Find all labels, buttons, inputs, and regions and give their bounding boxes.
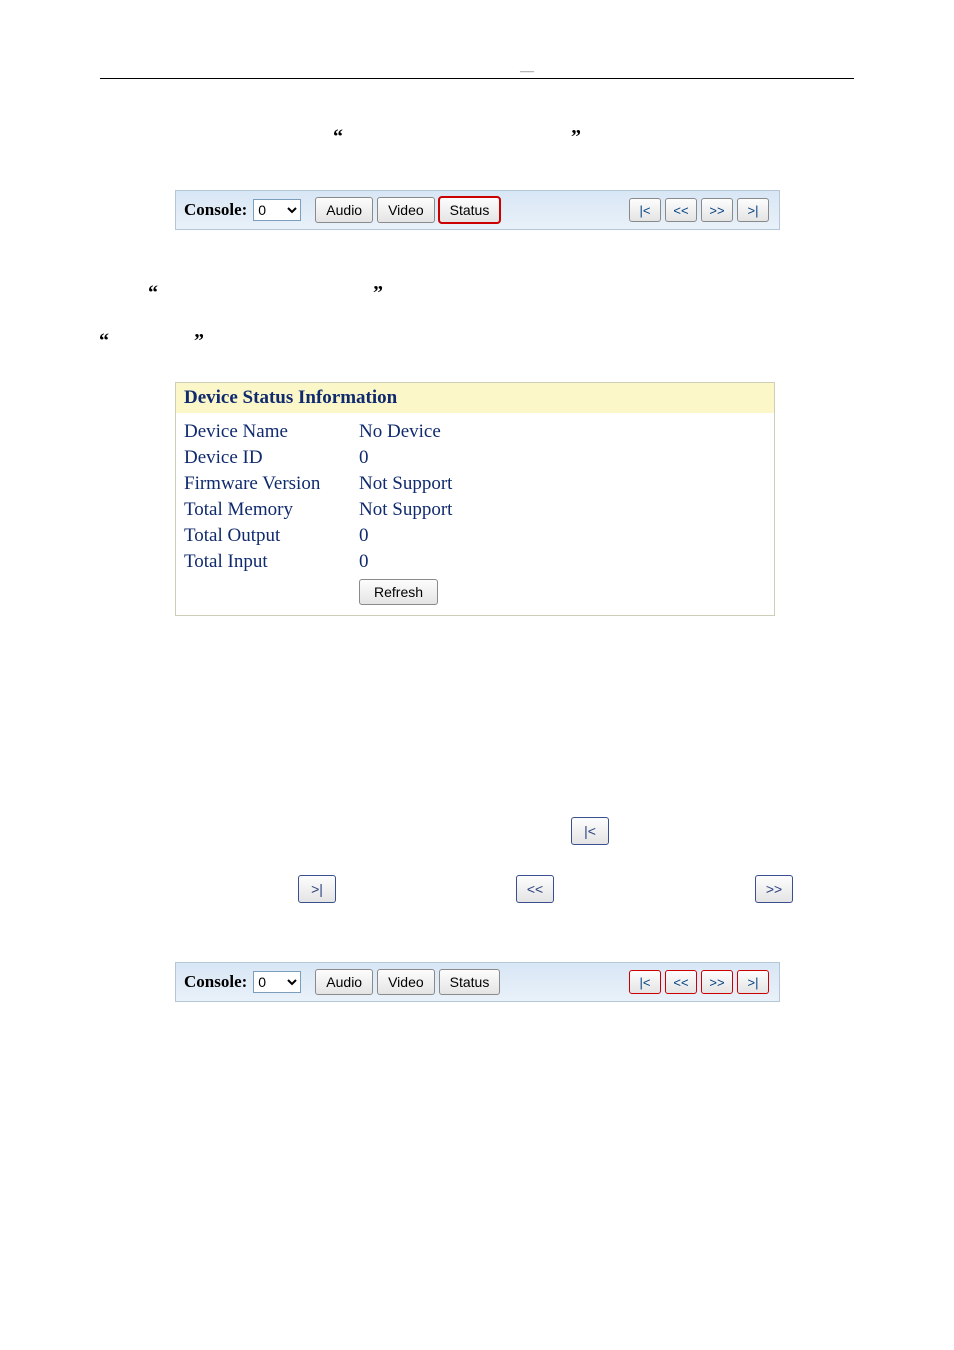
nav-last[interactable]: >| xyxy=(737,198,769,222)
mini-nav-first[interactable]: |< xyxy=(571,817,609,845)
mini-nav-next[interactable]: >> xyxy=(755,875,793,903)
quote-close-2: ” xyxy=(373,282,383,305)
nav-last[interactable]: >| xyxy=(737,970,769,994)
status-row: Total Input0 xyxy=(184,549,766,575)
quote-close-3: ” xyxy=(194,330,204,353)
console-select[interactable]: 0 xyxy=(253,199,301,221)
quote-open-2: “ xyxy=(148,282,158,305)
nav-first[interactable]: |< xyxy=(629,198,661,222)
nav-prev[interactable]: << xyxy=(665,970,697,994)
status-row: Device ID0 xyxy=(184,445,766,471)
console-select[interactable]: 0 xyxy=(253,971,301,993)
audio-tab[interactable]: Audio xyxy=(315,969,373,995)
page-header-rule xyxy=(100,78,854,79)
console-bar-top: Console: 0 Audio Video Status |< << >> >… xyxy=(175,190,780,230)
console-label: Console: xyxy=(184,200,247,220)
status-row: Total MemoryNot Support xyxy=(184,497,766,523)
refresh-button[interactable]: Refresh xyxy=(359,579,438,605)
audio-tab[interactable]: Audio xyxy=(315,197,373,223)
nav-next[interactable]: >> xyxy=(701,198,733,222)
nav-next[interactable]: >> xyxy=(701,970,733,994)
nav-first[interactable]: |< xyxy=(629,970,661,994)
quote-close-1: ” xyxy=(571,126,581,149)
status-row: Firmware VersionNot Support xyxy=(184,471,766,497)
quote-open-1: “ xyxy=(333,126,343,149)
nav-prev[interactable]: << xyxy=(665,198,697,222)
console-label: Console: xyxy=(184,972,247,992)
device-status-title: Device Status Information xyxy=(176,383,774,413)
mini-nav-prev[interactable]: << xyxy=(516,875,554,903)
status-row: Total Output0 xyxy=(184,523,766,549)
video-tab[interactable]: Video xyxy=(377,969,435,995)
mini-nav-last[interactable]: >| xyxy=(298,875,336,903)
device-status-panel: Device Status Information Device NameNo … xyxy=(175,382,775,616)
quote-open-3: “ xyxy=(99,330,109,353)
console-bar-bottom: Console: 0 Audio Video Status |< << >> >… xyxy=(175,962,780,1002)
video-tab[interactable]: Video xyxy=(377,197,435,223)
status-tab[interactable]: Status xyxy=(439,197,501,223)
status-tab[interactable]: Status xyxy=(439,969,501,995)
status-row: Device NameNo Device xyxy=(184,419,766,445)
